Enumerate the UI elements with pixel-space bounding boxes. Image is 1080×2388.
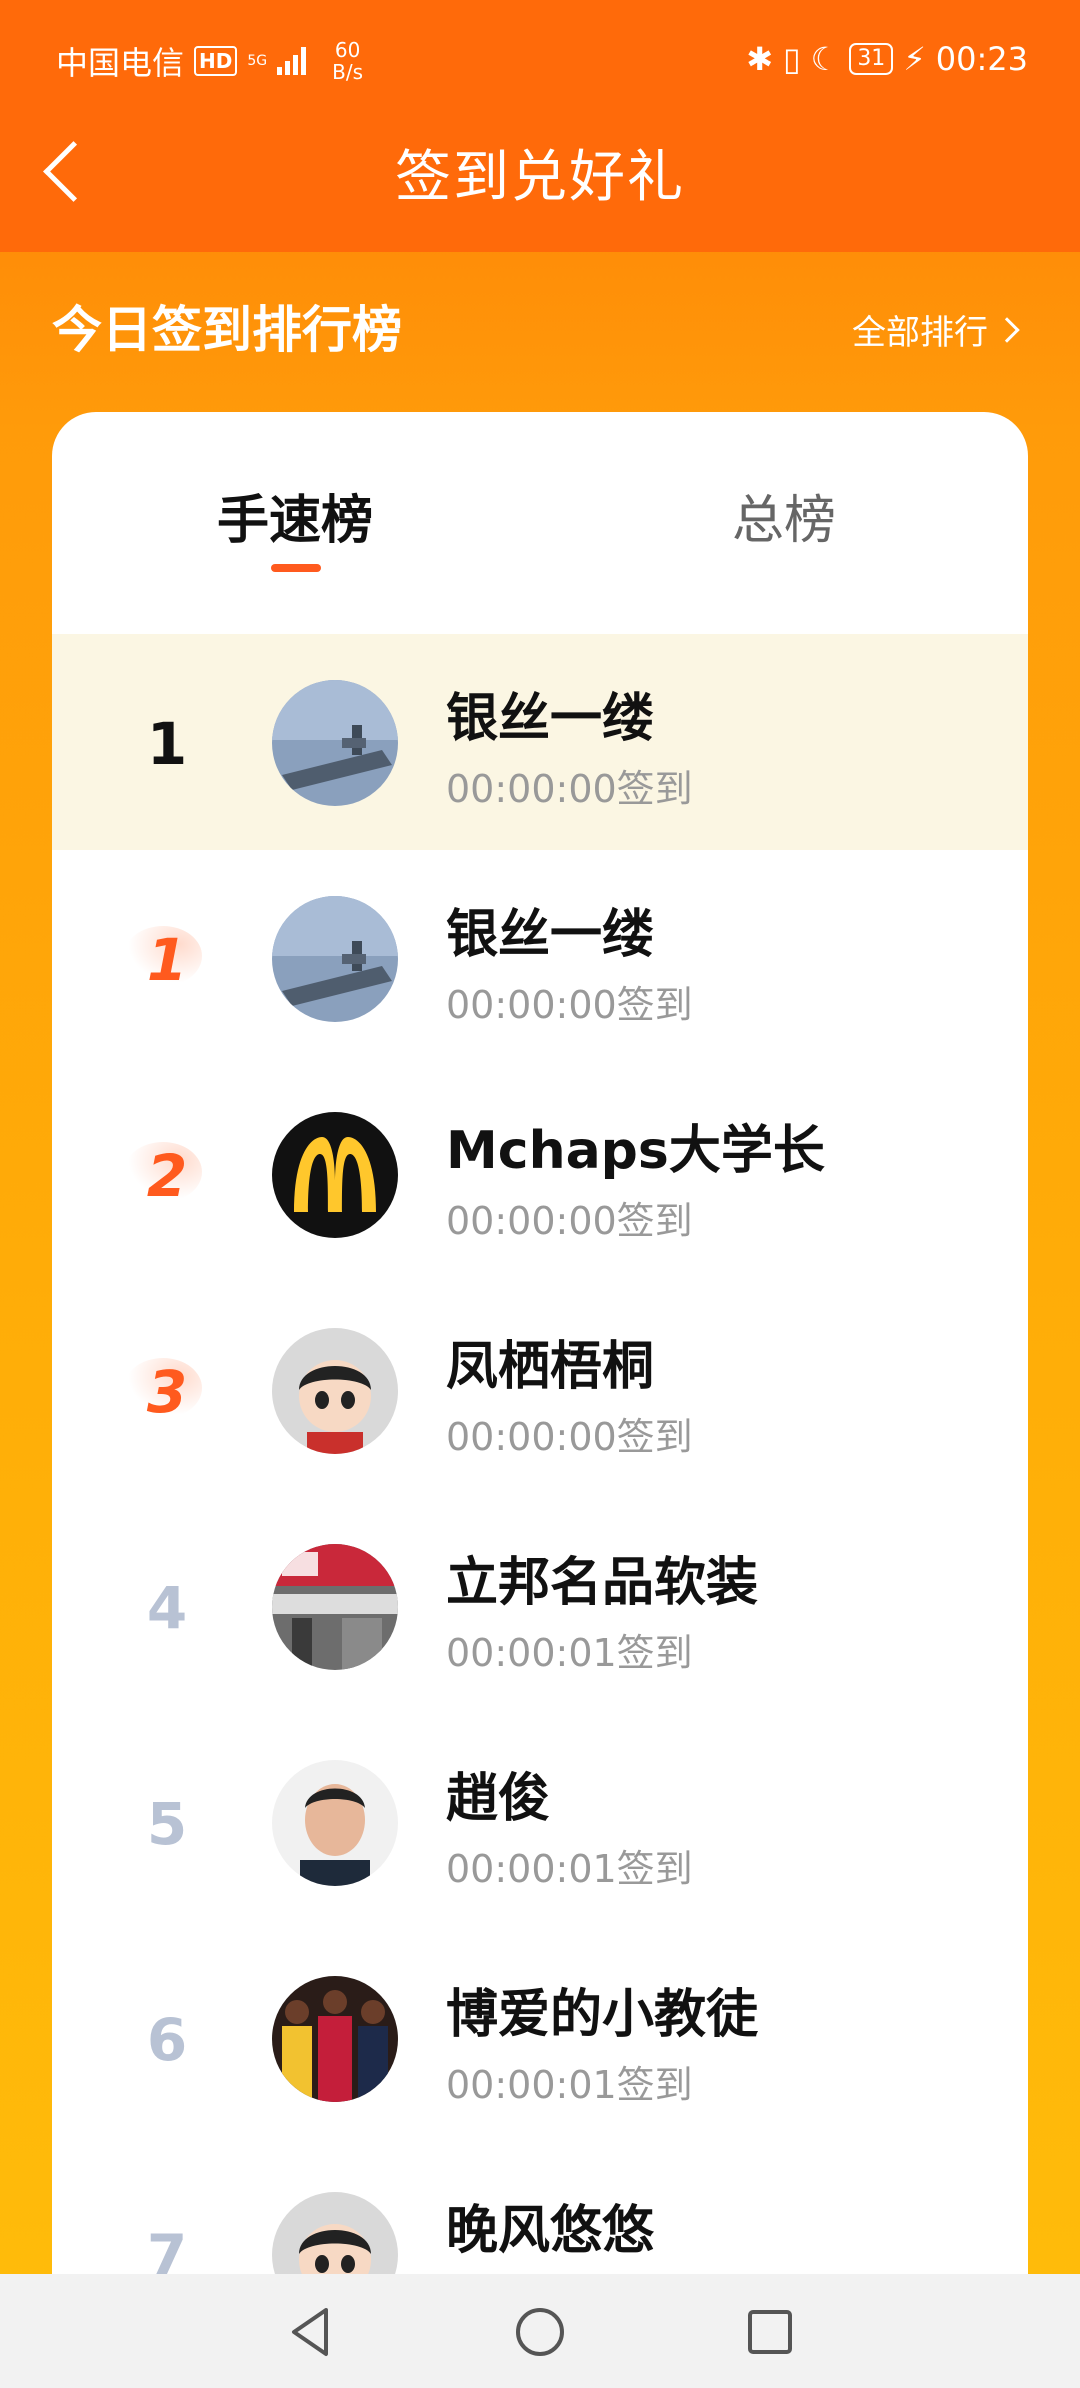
rank-number: 6 bbox=[146, 2006, 188, 2074]
storefront-avatar bbox=[272, 1544, 398, 1670]
aircraft-carrier-avatar bbox=[272, 896, 398, 1022]
rank-row[interactable]: 5 趙俊 00:00:01签到 bbox=[52, 1714, 1028, 1930]
user-name: 晚风悠悠 bbox=[446, 2201, 655, 2261]
nav-recent-icon[interactable] bbox=[740, 2302, 800, 2362]
my-rank-row[interactable]: 1 银丝一缕 00:00:00签到 bbox=[52, 634, 1028, 850]
network-type: 5G bbox=[247, 53, 268, 69]
user-name: 银丝一缕 bbox=[446, 689, 655, 749]
mcdonalds-logo-avatar bbox=[272, 1112, 398, 1238]
app-header: 中国电信 HD 5G 60 B/s ✱ ▯ ☾ 31 ⚡ 00:23 签到兑好礼 bbox=[0, 0, 1080, 252]
signal-icon bbox=[277, 47, 307, 75]
rank-row[interactable]: 3 凤栖梧桐 00:00:00签到 bbox=[52, 1282, 1028, 1498]
rank-number: 4 bbox=[146, 1574, 188, 1642]
rank-number: 1 bbox=[146, 926, 188, 994]
network-speed: 60 B/s bbox=[332, 38, 364, 84]
user-name: Mchaps大学长 bbox=[446, 1121, 825, 1181]
user-name: 博爱的小教徒 bbox=[446, 1985, 759, 2045]
user-name: 银丝一缕 bbox=[446, 905, 655, 965]
checkin-time: 00:00:01签到 bbox=[446, 2063, 693, 2107]
tab-speed-rank[interactable]: 手速榜 bbox=[217, 478, 373, 553]
checkin-time: 00:00:00签到 bbox=[446, 1415, 693, 1459]
rank-number: 2 bbox=[146, 1142, 188, 1210]
system-nav-bar bbox=[0, 2274, 1080, 2388]
nav-back-icon[interactable] bbox=[280, 2302, 340, 2362]
clock: 00:23 bbox=[935, 40, 1028, 78]
carrier-label: 中国电信 bbox=[56, 44, 185, 82]
tab-total-rank[interactable]: 总榜 bbox=[732, 478, 836, 553]
section-title: 今日签到排行榜 bbox=[52, 301, 402, 359]
tab-bar: 手速榜 总榜 bbox=[52, 412, 1028, 634]
user-name: 趙俊 bbox=[446, 1769, 551, 1829]
checkin-time: 00:00:00签到 bbox=[446, 1199, 693, 1243]
checkin-time: 00:00:00签到 bbox=[446, 767, 693, 811]
all-rank-link[interactable]: 全部排行 bbox=[852, 305, 1020, 354]
user-name: 立邦名品软装 bbox=[446, 1553, 759, 1613]
hd-icon: HD bbox=[194, 46, 238, 76]
battery-icon: 31 bbox=[849, 43, 894, 75]
page-title: 签到兑好礼 bbox=[395, 145, 685, 210]
man-portrait-avatar bbox=[272, 1760, 398, 1886]
rank-number: 1 bbox=[146, 710, 188, 778]
charging-icon: ⚡ bbox=[903, 40, 926, 78]
aircraft-carrier-avatar bbox=[272, 680, 398, 806]
moon-icon: ☾ bbox=[810, 40, 840, 78]
checkin-time: 00:00:00签到 bbox=[446, 983, 693, 1027]
user-name: 凤栖梧桐 bbox=[446, 1337, 655, 1397]
all-rank-label: 全部排行 bbox=[852, 313, 988, 353]
active-tab-indicator bbox=[271, 564, 321, 572]
rank-row[interactable]: 2 Mchaps大学长 00:00:00签到 bbox=[52, 1066, 1028, 1282]
checkin-time: 00:00:01签到 bbox=[446, 1847, 693, 1891]
rank-row[interactable]: 4 立邦名品软装 00:00:01签到 bbox=[52, 1498, 1028, 1714]
nav-home-icon[interactable] bbox=[510, 2302, 570, 2362]
bluetooth-icon: ✱ bbox=[746, 40, 774, 78]
rank-number: 3 bbox=[146, 1358, 188, 1426]
rank-row[interactable]: 6 博爱的小教徒 00:00:01签到 bbox=[52, 1930, 1028, 2146]
status-bar: 中国电信 HD 5G 60 B/s ✱ ▯ ☾ 31 ⚡ 00:23 bbox=[0, 0, 1080, 120]
rank-row[interactable]: 1 银丝一缕 00:00:00签到 bbox=[52, 850, 1028, 1066]
basketball-players-avatar bbox=[272, 1976, 398, 2102]
ranking-card: 手速榜 总榜 1 银丝一缕 00:00:00签到 1 银丝一缕 00:00:00… bbox=[52, 412, 1028, 2388]
chevron-right-icon bbox=[994, 316, 1020, 343]
cartoon-child-avatar bbox=[272, 1328, 398, 1454]
rank-number: 5 bbox=[146, 1790, 188, 1858]
vibrate-icon: ▯ bbox=[783, 40, 801, 78]
checkin-time: 00:00:01签到 bbox=[446, 1631, 693, 1675]
